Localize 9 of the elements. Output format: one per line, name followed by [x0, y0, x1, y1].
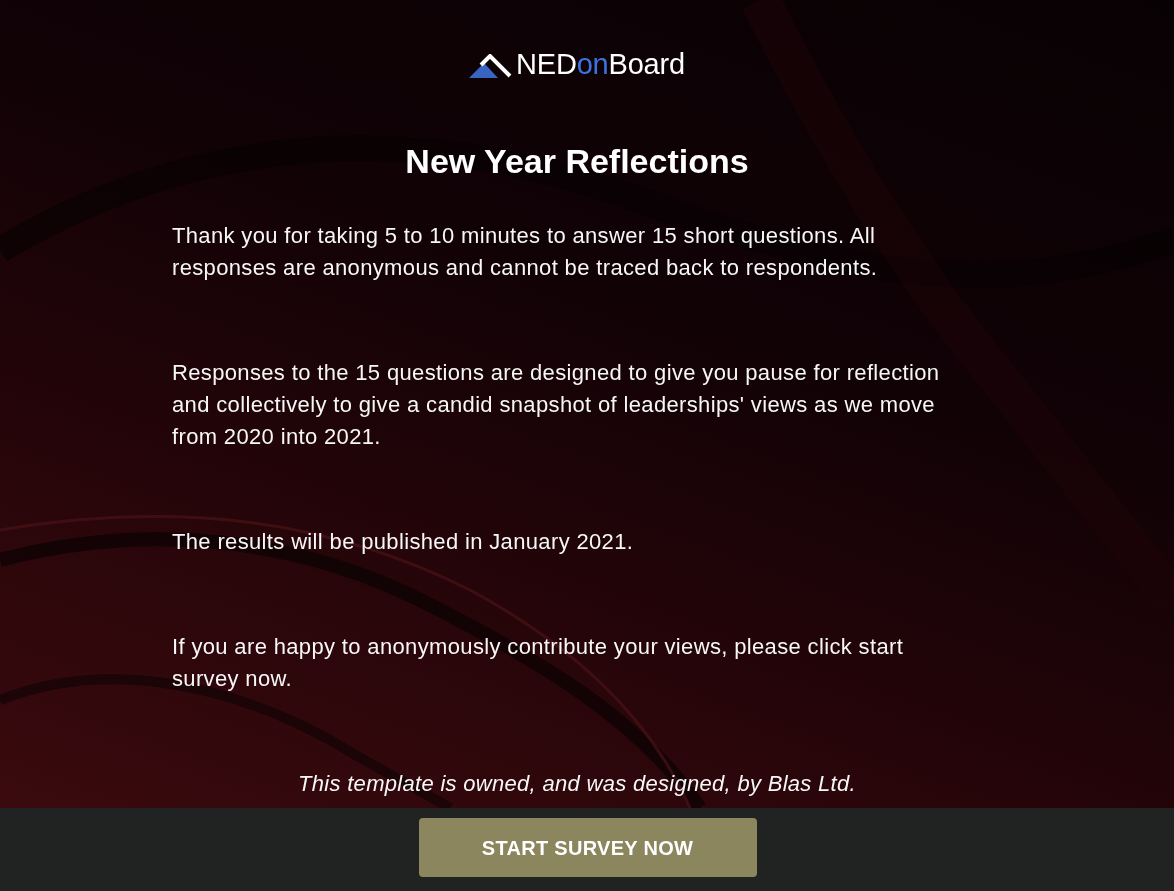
intro-paragraph: The results will be published in January 2021.	[172, 528, 635, 556]
start-survey-button[interactable]: START SURVEY NOW	[418, 818, 757, 877]
ownership-note: This template is owned, and was designed, by Blas Ltd.	[297, 770, 857, 798]
logo-wordmark: NEDonBoard	[516, 48, 685, 80]
intro-paragraph: Responses to the 15 questions are designed to give you pause for reflection and collectively to give a candid snapshot of leaderships' views as we move from 2020 into 2021.	[172, 359, 941, 451]
roof-logo-icon	[469, 54, 514, 78]
intro-paragraph: If you are happy to anonymously contribute your views, please click start survey now.	[172, 633, 905, 693]
intro-paragraph: Thank you for taking 5 to 10 minutes to answer 15 short questions. All responses are anonymous and cannot be traced back to respondents.	[172, 222, 879, 282]
page-title: New Year Reflections	[405, 141, 749, 181]
